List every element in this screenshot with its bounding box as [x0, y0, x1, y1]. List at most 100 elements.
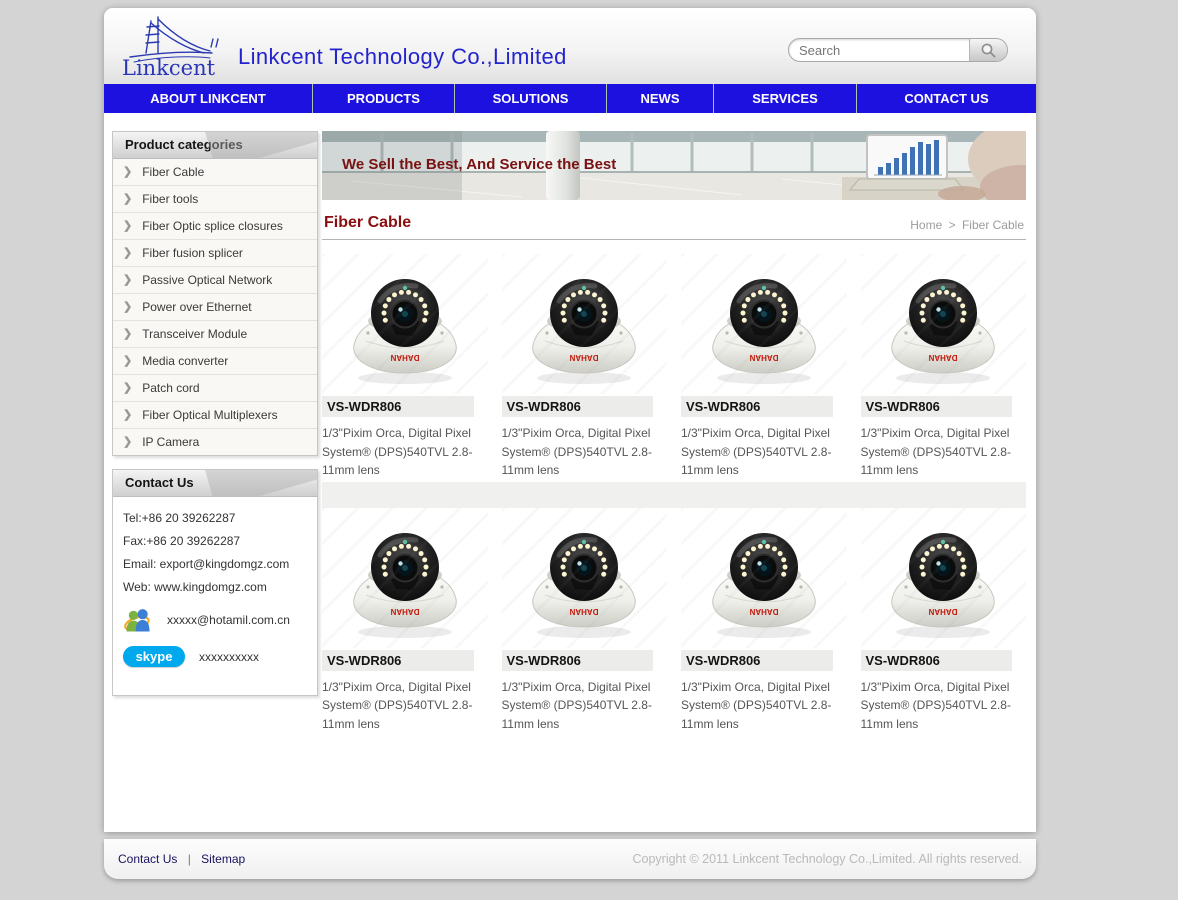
product-description: 1/3"Pixim Orca, Digital Pixel System® (D… — [502, 424, 668, 480]
search-icon — [980, 42, 997, 59]
chevron-right-icon: ❯ — [123, 221, 132, 232]
dome-camera-image: DAHAN — [884, 515, 1002, 641]
contact-line: Email: export@kingdomgz.com — [123, 557, 307, 571]
product-image[interactable]: DAHAN — [681, 254, 847, 394]
main-column: We Sell the Best, And Service the Best F… — [322, 131, 1026, 734]
camera-brand-mark: DAHAN — [390, 607, 419, 616]
product-image[interactable]: DAHAN — [502, 508, 668, 648]
product-categories-box: Product categories ❯ Fiber Cable ❯ Fiber… — [112, 131, 318, 456]
category-item[interactable]: ❯ Media converter — [113, 348, 317, 375]
msn-address: xxxxx@hotamil.com.cn — [167, 613, 290, 627]
search-input[interactable] — [789, 39, 969, 61]
product-grid-row-1: DAHAN VS-WDR806 1/3"Pixim Orca, Digital … — [322, 254, 1026, 480]
product-card[interactable]: DAHAN VS-WDR806 1/3"Pixim Orca, Digital … — [502, 254, 668, 480]
msn-messenger-icon — [123, 606, 153, 634]
breadcrumb: Home > Fiber Cable — [910, 218, 1024, 232]
category-list: ❯ Fiber Cable ❯ Fiber tools ❯ Fiber Opti… — [113, 159, 317, 455]
category-item[interactable]: ❯ Fiber fusion splicer — [113, 240, 317, 267]
category-label: Fiber tools — [142, 192, 198, 206]
category-item[interactable]: ❯ Transceiver Module — [113, 321, 317, 348]
category-item[interactable]: ❯ Fiber tools — [113, 186, 317, 213]
product-name[interactable]: VS-WDR806 — [681, 396, 833, 417]
product-description: 1/3"Pixim Orca, Digital Pixel System® (D… — [681, 678, 847, 734]
footer-link-sitemap[interactable]: Sitemap — [201, 852, 245, 866]
nav-item-solutions[interactable]: SOLUTIONS — [455, 84, 607, 113]
breadcrumb-current: Fiber Cable — [962, 218, 1024, 232]
product-name[interactable]: VS-WDR806 — [502, 650, 654, 671]
category-item[interactable]: ❯ Fiber Optical Multiplexers — [113, 402, 317, 429]
camera-brand-mark: DAHAN — [929, 607, 958, 616]
product-categories-title: Product categories — [113, 132, 317, 159]
product-card[interactable]: DAHAN VS-WDR806 1/3"Pixim Orca, Digital … — [681, 254, 847, 480]
logo[interactable]: Linkcent — [112, 11, 236, 83]
category-item[interactable]: ❯ Power over Ethernet — [113, 294, 317, 321]
msn-row: xxxxx@hotamil.com.cn — [123, 606, 307, 634]
category-item[interactable]: ❯ Passive Optical Network — [113, 267, 317, 294]
breadcrumb-home[interactable]: Home — [910, 218, 942, 232]
product-card[interactable]: DAHAN VS-WDR806 1/3"Pixim Orca, Digital … — [861, 508, 1027, 734]
product-card[interactable]: DAHAN VS-WDR806 1/3"Pixim Orca, Digital … — [322, 508, 488, 734]
nav-item-products[interactable]: PRODUCTS — [313, 84, 455, 113]
nav-item-contact-us[interactable]: CONTACT US — [857, 84, 1036, 113]
site-header: Linkcent Linkcent Technology Co.,Limited — [104, 8, 1036, 84]
product-image[interactable]: DAHAN — [861, 254, 1027, 394]
contact-us-title: Contact Us — [113, 470, 317, 497]
nav-item-services[interactable]: SERVICES — [714, 84, 857, 113]
main-container: Linkcent Linkcent Technology Co.,Limited… — [104, 8, 1036, 832]
product-image[interactable]: DAHAN — [322, 254, 488, 394]
dome-camera-image: DAHAN — [525, 515, 643, 641]
nav-item-about-linkcent[interactable]: ABOUT LINKCENT — [104, 84, 313, 113]
footer-links: Contact Us | Sitemap — [118, 852, 245, 866]
product-image[interactable]: DAHAN — [861, 508, 1027, 648]
chevron-right-icon: ❯ — [123, 410, 132, 421]
product-name[interactable]: VS-WDR806 — [502, 396, 654, 417]
chevron-right-icon: ❯ — [123, 437, 132, 448]
chevron-right-icon: ❯ — [123, 329, 132, 340]
search-form — [788, 38, 1008, 62]
contact-us-box: Contact Us Tel:+86 20 39262287 Fax:+86 2… — [112, 469, 318, 696]
chevron-right-icon: ❯ — [123, 356, 132, 367]
camera-brand-mark: DAHAN — [929, 353, 958, 362]
contact-line: Tel:+86 20 39262287 — [123, 511, 307, 525]
product-name[interactable]: VS-WDR806 — [681, 650, 833, 671]
product-name[interactable]: VS-WDR806 — [861, 396, 1013, 417]
product-card[interactable]: DAHAN VS-WDR806 1/3"Pixim Orca, Digital … — [861, 254, 1027, 480]
category-item[interactable]: ❯ Fiber Optic splice closures — [113, 213, 317, 240]
contact-line: Fax:+86 20 39262287 — [123, 534, 307, 548]
search-button[interactable] — [969, 39, 1007, 61]
nav-item-news[interactable]: NEWS — [607, 84, 714, 113]
contact-lines: Tel:+86 20 39262287 Fax:+86 20 39262287 … — [123, 511, 307, 594]
product-image[interactable]: DAHAN — [502, 254, 668, 394]
category-label: Media converter — [142, 354, 228, 368]
main-navigation: ABOUT LINKCENT PRODUCTS SOLUTIONS NEWS S… — [104, 84, 1036, 113]
product-description: 1/3"Pixim Orca, Digital Pixel System® (D… — [322, 424, 488, 480]
category-item[interactable]: ❯ IP Camera — [113, 429, 317, 455]
product-name[interactable]: VS-WDR806 — [322, 396, 474, 417]
product-name[interactable]: VS-WDR806 — [861, 650, 1013, 671]
product-card[interactable]: DAHAN VS-WDR806 1/3"Pixim Orca, Digital … — [322, 254, 488, 480]
dome-camera-image: DAHAN — [525, 261, 643, 387]
site-footer: Contact Us | Sitemap Copyright © 2011 Li… — [104, 839, 1036, 879]
product-description: 1/3"Pixim Orca, Digital Pixel System® (D… — [322, 678, 488, 734]
skype-icon: skype — [123, 646, 185, 667]
chevron-right-icon: ❯ — [123, 383, 132, 394]
product-image[interactable]: DAHAN — [322, 508, 488, 648]
product-card[interactable]: DAHAN VS-WDR806 1/3"Pixim Orca, Digital … — [502, 508, 668, 734]
product-image[interactable]: DAHAN — [681, 508, 847, 648]
breadcrumb-separator: > — [949, 218, 956, 232]
bridge-logo-icon: Linkcent — [112, 11, 236, 83]
product-name[interactable]: VS-WDR806 — [322, 650, 474, 671]
contact-body: Tel:+86 20 39262287 Fax:+86 20 39262287 … — [113, 497, 317, 695]
company-name: Linkcent Technology Co.,Limited — [238, 44, 567, 70]
category-item[interactable]: ❯ Fiber Cable — [113, 159, 317, 186]
content-area: Product categories ❯ Fiber Cable ❯ Fiber… — [104, 113, 1036, 832]
category-label: Power over Ethernet — [142, 300, 251, 314]
chevron-right-icon: ❯ — [123, 302, 132, 313]
dome-camera-image: DAHAN — [346, 261, 464, 387]
copyright-notice: Copyright © 2011 Linkcent Technology Co.… — [632, 852, 1022, 866]
product-card[interactable]: DAHAN VS-WDR806 1/3"Pixim Orca, Digital … — [681, 508, 847, 734]
footer-link-contact-us[interactable]: Contact Us — [118, 852, 177, 866]
product-description: 1/3"Pixim Orca, Digital Pixel System® (D… — [681, 424, 847, 480]
category-item[interactable]: ❯ Patch cord — [113, 375, 317, 402]
logo-text: Linkcent — [122, 56, 216, 80]
